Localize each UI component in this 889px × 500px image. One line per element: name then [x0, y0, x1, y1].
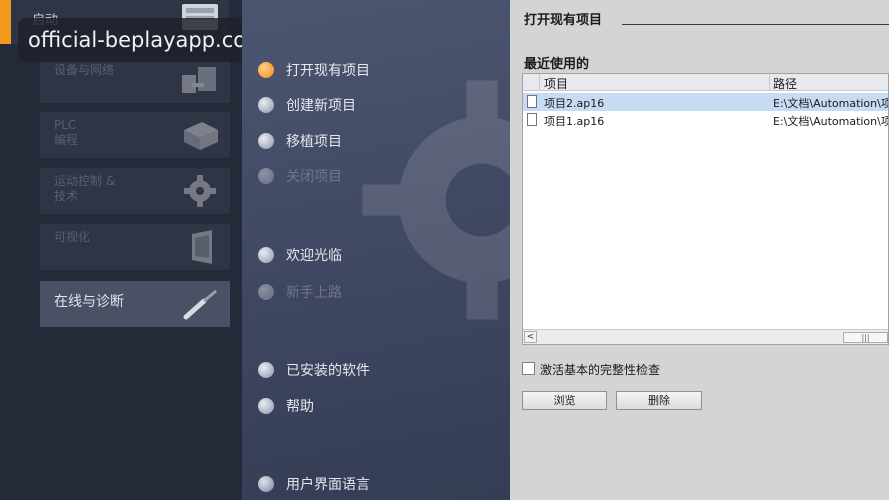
scroll-left-arrow-icon[interactable]: <: [524, 331, 537, 343]
action-welcome[interactable]: 欢迎光临: [258, 244, 342, 266]
project-name: 项目1.ap16: [544, 115, 605, 128]
action-migrate-project[interactable]: 移植项目: [258, 130, 342, 152]
active-accent-bar: [0, 0, 11, 44]
sidebar-item-plc-programming[interactable]: PLC 编程: [40, 112, 230, 158]
action-first-steps: 新手上路: [258, 281, 342, 303]
screwdriver-icon: [183, 289, 217, 320]
browse-button[interactable]: 浏览: [522, 391, 607, 410]
project-path: E:\文档\Automation\项: [773, 115, 888, 128]
action-ui-language[interactable]: 用户界面语言: [258, 473, 370, 495]
action-installed-software[interactable]: 已安装的软件: [258, 359, 370, 381]
bullet-icon: [258, 97, 274, 113]
column-header-path[interactable]: 路径: [773, 75, 797, 92]
integrity-check-label[interactable]: 激活基本的完整性检查: [540, 361, 660, 378]
action-open-existing-project[interactable]: 打开现有项目: [258, 59, 370, 81]
portal-actions: 打开现有项目 创建新项目 移植项目 关闭项目 欢迎光临 新手上路 已安装的软件 …: [242, 0, 510, 500]
action-label: 已安装的软件: [286, 363, 370, 379]
sidebar-item-label: PLC 编程: [54, 118, 79, 147]
bullet-icon: [258, 362, 274, 378]
open-project-panel: 打开现有项目 最近使用的 项目 路径 项目2.ap16 E:\文档\Automa…: [510, 0, 889, 500]
sidebar-item-online-diagnostics[interactable]: 在线与诊断: [40, 281, 230, 327]
sidebar-item-devices-networks[interactable]: 设备与网络: [40, 57, 230, 103]
globe-icon: [258, 476, 274, 492]
action-label: 新手上路: [286, 285, 342, 301]
action-help[interactable]: 帮助: [258, 395, 314, 417]
table-header: 项目 路径: [523, 74, 888, 91]
table-row[interactable]: 项目1.ap16 E:\文档\Automation\项: [523, 111, 888, 129]
background-gear-icon: [362, 80, 510, 320]
action-label: 移植项目: [286, 134, 342, 150]
panel-title: 打开现有项目: [524, 13, 603, 28]
sidebar-item-motion-technology[interactable]: 运动控制 & 技术: [40, 168, 230, 214]
header-corner: [523, 74, 540, 91]
delete-button[interactable]: 删除: [616, 391, 702, 410]
integrity-check-checkbox[interactable]: [522, 362, 535, 375]
action-label: 打开现有项目: [286, 63, 370, 79]
action-label: 关闭项目: [286, 169, 342, 185]
action-create-new-project[interactable]: 创建新项目: [258, 94, 356, 116]
project-path: E:\文档\Automation\项: [773, 97, 888, 110]
sidebar-item-label: 运动控制 & 技术: [54, 174, 116, 203]
action-label: 创建新项目: [286, 98, 356, 114]
plc-icon: [184, 122, 218, 150]
bullet-icon: [258, 247, 274, 263]
gear-icon: [184, 175, 216, 207]
bullet-icon: [258, 62, 274, 78]
devices-icon: [182, 67, 216, 93]
bullet-icon: [258, 398, 274, 414]
title-divider: [622, 24, 889, 25]
project-file-icon: [527, 113, 537, 126]
table-row[interactable]: 项目2.ap16 E:\文档\Automation\项: [523, 93, 888, 111]
bullet-icon: [258, 284, 274, 300]
sidebar-item-label: 在线与诊断: [54, 294, 124, 310]
panel-icon: [192, 230, 212, 264]
action-label: 用户界面语言: [286, 477, 370, 493]
bullet-icon: [258, 168, 274, 184]
recent-projects-heading: 最近使用的: [524, 57, 590, 72]
sidebar-item-label: 可视化: [54, 230, 91, 244]
scrollbar-thumb[interactable]: |||: [843, 332, 888, 343]
portal-sidebar: 启动 设备与网络 PLC 编程 运动控制 & 技术 可视化 在线与诊断: [0, 0, 242, 500]
bullet-icon: [258, 133, 274, 149]
sidebar-item-visualization[interactable]: 可视化: [40, 224, 230, 270]
recent-projects-table: 项目 路径 项目2.ap16 E:\文档\Automation\项 项目1.ap…: [522, 73, 889, 345]
action-label: 欢迎光临: [286, 248, 342, 264]
sidebar-item-label: 设备与网络: [54, 63, 115, 77]
column-divider[interactable]: [769, 74, 770, 91]
action-label: 帮助: [286, 399, 314, 415]
column-header-project[interactable]: 项目: [544, 75, 568, 92]
horizontal-scrollbar[interactable]: < |||: [523, 329, 888, 344]
project-name: 项目2.ap16: [544, 97, 605, 110]
project-file-icon: [527, 95, 537, 108]
action-close-project: 关闭项目: [258, 165, 342, 187]
